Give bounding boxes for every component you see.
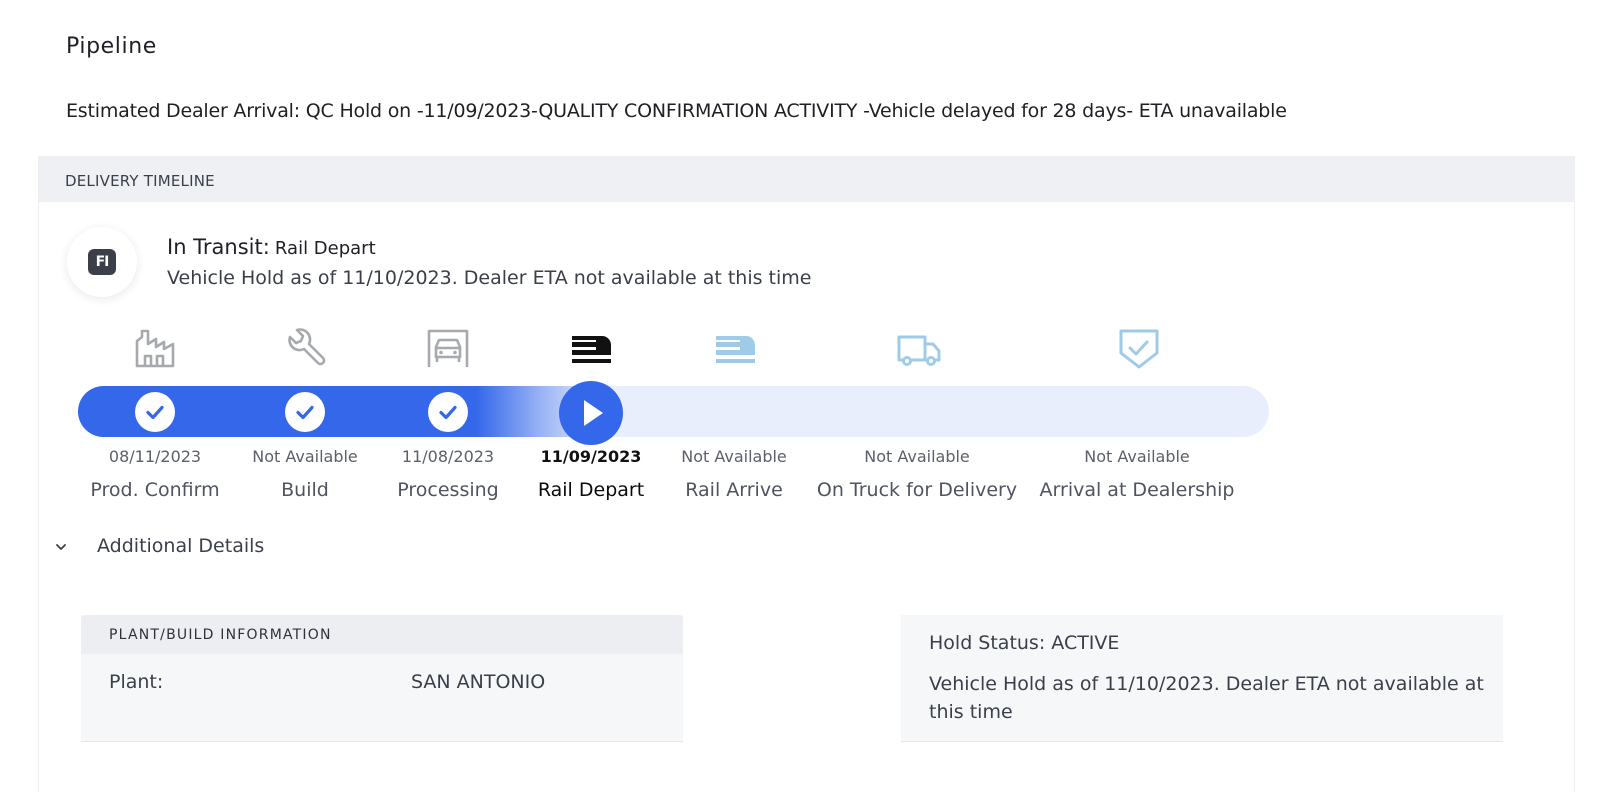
estimated-dealer-arrival: Estimated Dealer Arrival: QC Hold on -11… — [66, 100, 1287, 122]
shield-check-icon — [1116, 327, 1162, 369]
delivery-timeline-title: DELIVERY TIMELINE — [65, 172, 215, 190]
plant-label: Plant: — [109, 671, 164, 693]
plant-build-title: PLANT/BUILD INFORMATION — [109, 627, 332, 643]
car-processing-icon — [425, 327, 471, 369]
plant-value: SAN ANTONIO — [411, 671, 546, 693]
plant-build-card: PLANT/BUILD INFORMATION Plant: SAN ANTON… — [81, 615, 683, 742]
additional-details-label: Additional Details — [97, 535, 265, 557]
chevron-down-icon — [56, 544, 66, 550]
stage-name: On Truck for Delivery — [816, 479, 1018, 501]
stage-date: Not Available — [681, 447, 787, 466]
status-description: Vehicle Hold as of 11/10/2023. Dealer ET… — [167, 267, 812, 289]
stage-date: Not Available — [864, 447, 970, 466]
progress-track — [78, 386, 1269, 437]
current-stage-play-icon — [559, 381, 623, 445]
delivery-timeline-panel: DELIVERY TIMELINE FI In Transit: Rail De… — [38, 156, 1575, 792]
status-heading: In Transit: Rail Depart — [167, 235, 376, 259]
truck-icon — [896, 327, 942, 369]
hold-status-title: Hold Status: ACTIVE — [929, 632, 1120, 654]
status-badge: FI — [88, 249, 116, 275]
status-stage: Rail Depart — [274, 238, 376, 259]
plant-build-header: PLANT/BUILD INFORMATION — [81, 615, 683, 654]
factory-icon — [132, 327, 178, 369]
stage-name: Arrival at Dealership — [1039, 479, 1235, 501]
hold-status-description: Vehicle Hold as of 11/10/2023. Dealer ET… — [929, 673, 1484, 723]
check-icon — [428, 392, 468, 432]
check-icon — [135, 392, 175, 432]
stage-date: Not Available — [1084, 447, 1190, 466]
check-icon — [285, 392, 325, 432]
train-icon — [713, 327, 759, 369]
wrench-icon — [282, 327, 328, 369]
hold-status-card: Hold Status: ACTIVE Vehicle Hold as of 1… — [901, 615, 1503, 742]
page-title: Pipeline — [66, 34, 157, 59]
delivery-timeline-header: DELIVERY TIMELINE — [39, 157, 1574, 202]
status-avatar: FI — [67, 227, 137, 297]
status-title: In Transit: — [167, 235, 270, 259]
train-icon — [569, 327, 615, 369]
